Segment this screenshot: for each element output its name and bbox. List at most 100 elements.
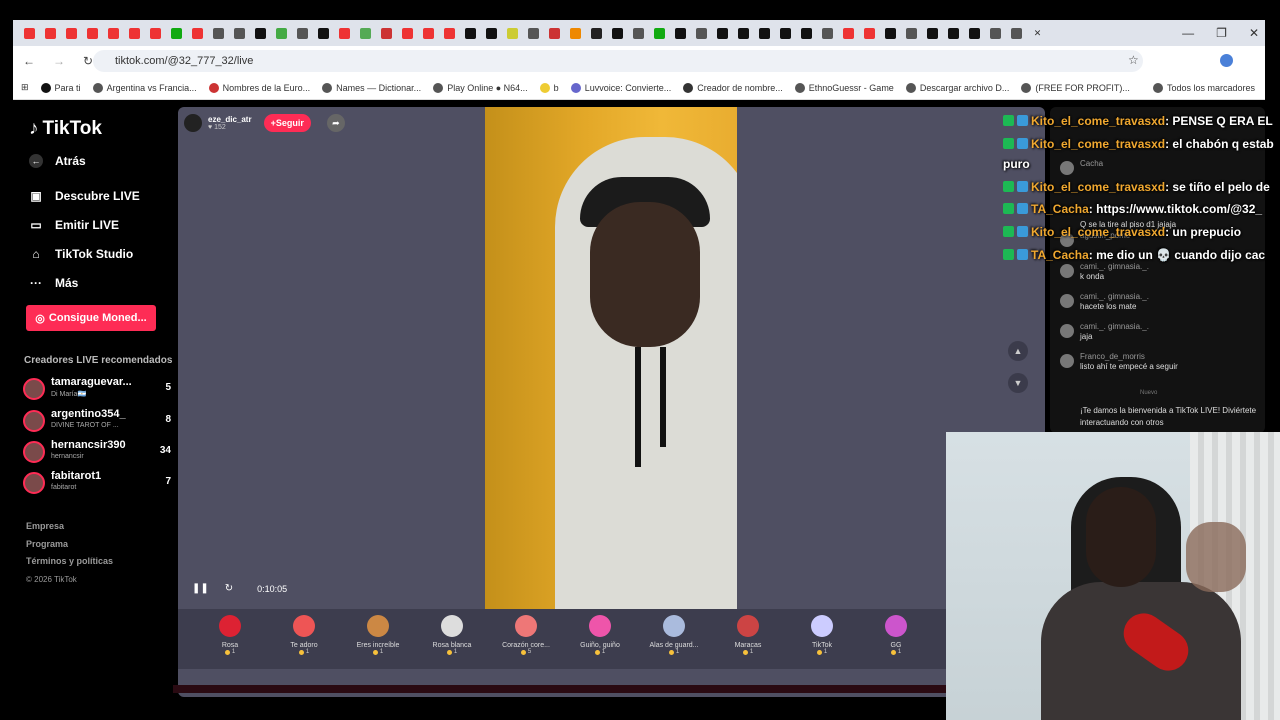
gift-item[interactable]: Maracas 1	[711, 609, 785, 669]
browser-tab[interactable]	[376, 20, 397, 46]
bookmark-item[interactable]: EthnoGuessr - Game	[794, 82, 894, 93]
browser-tab[interactable]	[922, 20, 943, 46]
browser-tab[interactable]	[271, 20, 292, 46]
bookmark-item[interactable]: Play Online ● N64...	[433, 82, 528, 93]
browser-tab[interactable]	[943, 20, 964, 46]
browser-tab[interactable]	[607, 20, 628, 46]
browser-tab[interactable]	[775, 20, 796, 46]
browser-tab[interactable]	[1006, 20, 1027, 46]
recommended-creator[interactable]: hernancsir390 hernancsir 34	[23, 439, 171, 467]
browser-tab[interactable]	[229, 20, 250, 46]
browser-tab[interactable]	[397, 20, 418, 46]
browser-tab[interactable]	[208, 20, 229, 46]
chat-avatar[interactable]	[1060, 324, 1074, 338]
browser-tab[interactable]	[187, 20, 208, 46]
live-player[interactable]: eze_dic_atr ♥ 152 + Seguir ➦ ❚❚ ↻ 0:10:05…	[178, 107, 1045, 697]
minimize-icon[interactable]: —	[1182, 26, 1194, 40]
get-coins-button[interactable]: ◎ Consigue Moned...	[26, 305, 156, 331]
browser-tab[interactable]	[250, 20, 271, 46]
browser-tab[interactable]	[649, 20, 670, 46]
browser-tab[interactable]	[334, 20, 355, 46]
bookmark-star-icon[interactable]: ☆	[1128, 53, 1139, 67]
browser-tab[interactable]	[313, 20, 334, 46]
browser-tab[interactable]	[61, 20, 82, 46]
refresh-icon[interactable]: ↻	[225, 583, 233, 594]
host-name[interactable]: eze_dic_atr	[208, 115, 252, 124]
footer-programa[interactable]: Programa	[26, 536, 113, 554]
nav-go-live[interactable]: ▭ Emitir LIVE	[29, 218, 119, 232]
bookmark-item[interactable]: b	[539, 82, 559, 93]
browser-tab[interactable]	[145, 20, 166, 46]
nav-tiktok-studio[interactable]: ⌂ TikTok Studio	[29, 247, 133, 261]
browser-tab[interactable]	[670, 20, 691, 46]
pause-icon[interactable]: ❚❚	[192, 583, 209, 594]
browser-tab[interactable]	[460, 20, 481, 46]
close-window-icon[interactable]: ✕	[1249, 26, 1259, 40]
chevron-up-icon[interactable]: ▲	[1008, 341, 1028, 361]
browser-tab[interactable]	[103, 20, 124, 46]
follow-button[interactable]: + Seguir	[263, 114, 311, 132]
gift-item[interactable]: Rosa blanca 1	[415, 609, 489, 669]
chat-avatar[interactable]	[1060, 294, 1074, 308]
bookmark-item[interactable]: Todos los marcadores	[1152, 82, 1255, 93]
recommended-creator[interactable]: tamaraguevar... Di María🇦🇷 5	[23, 376, 171, 404]
browser-tab[interactable]	[754, 20, 775, 46]
gift-item[interactable]: Eres increíble 1	[341, 609, 415, 669]
chat-username[interactable]: cami._. gimnasia._.	[1080, 292, 1149, 301]
nav-more[interactable]: ··· Más	[29, 276, 78, 290]
browser-tab[interactable]	[817, 20, 838, 46]
browser-tab[interactable]	[628, 20, 649, 46]
bookmark-item[interactable]: (FREE FOR PROFIT)...	[1021, 82, 1130, 93]
footer-empresa[interactable]: Empresa	[26, 518, 113, 536]
back-nav-icon[interactable]: ←	[23, 54, 35, 68]
bookmark-item[interactable]: Para ti	[40, 82, 81, 93]
url-field[interactable]: tiktok.com/@32_777_32/live	[93, 50, 1143, 72]
browser-tab[interactable]	[733, 20, 754, 46]
gift-item[interactable]: TikTok 1	[785, 609, 859, 669]
browser-tab[interactable]	[838, 20, 859, 46]
browser-tab[interactable]	[691, 20, 712, 46]
host-avatar[interactable]	[184, 114, 202, 132]
recommended-creator[interactable]: argentino354_ DIVINE TAROT OF ... 8	[23, 408, 171, 436]
browser-tab[interactable]	[292, 20, 313, 46]
browser-tab[interactable]	[712, 20, 733, 46]
browser-tab[interactable]	[901, 20, 922, 46]
apps-grid-icon[interactable]: ⊞	[21, 82, 29, 93]
chat-username[interactable]: Franco_de_morris	[1080, 352, 1145, 361]
chat-username[interactable]: cami._. gimnasia._.	[1080, 262, 1149, 271]
recommended-creator[interactable]: fabitarot1 fabitarot 7	[23, 470, 171, 498]
browser-tab[interactable]	[796, 20, 817, 46]
browser-tab[interactable]	[418, 20, 439, 46]
gift-item[interactable]: Te adoro 1	[267, 609, 341, 669]
gift-item[interactable]: Alas de guard... 1	[637, 609, 711, 669]
browser-tab[interactable]	[565, 20, 586, 46]
browser-tab[interactable]	[859, 20, 880, 46]
reload-icon[interactable]: ↻	[83, 54, 93, 68]
browser-tab[interactable]	[355, 20, 376, 46]
browser-tab[interactable]	[19, 20, 40, 46]
maximize-icon[interactable]: ❐	[1216, 26, 1227, 40]
forward-nav-icon[interactable]: →	[53, 54, 65, 68]
browser-tab[interactable]	[439, 20, 460, 46]
browser-tab[interactable]	[964, 20, 985, 46]
browser-tab[interactable]	[40, 20, 61, 46]
gift-item[interactable]: Corazón core... 5	[489, 609, 563, 669]
chevron-down-icon[interactable]: ▼	[1008, 373, 1028, 393]
footer-terminos[interactable]: Términos y políticas	[26, 553, 113, 571]
gift-item[interactable]: Guiño, guiño 1	[563, 609, 637, 669]
bookmark-item[interactable]: Argentina vs Francia...	[92, 82, 197, 93]
profile-avatar[interactable]	[1220, 54, 1233, 67]
bookmark-item[interactable]: Luvvoice: Convierte...	[570, 82, 671, 93]
browser-tab[interactable]	[985, 20, 1006, 46]
gift-item[interactable]: Rosa 1	[193, 609, 267, 669]
tiktok-logo[interactable]: ♪ TikTok	[29, 118, 102, 140]
bookmark-item[interactable]: Descargar archivo D...	[905, 82, 1009, 93]
browser-tab[interactable]	[502, 20, 523, 46]
browser-tab[interactable]	[124, 20, 145, 46]
chat-avatar[interactable]	[1060, 264, 1074, 278]
nav-discover-live[interactable]: ▣ Descubre LIVE	[29, 189, 139, 203]
browser-tab[interactable]	[523, 20, 544, 46]
bookmark-item[interactable]: Nombres de la Euro...	[208, 82, 310, 93]
bookmark-item[interactable]: Creador de nombre...	[683, 82, 783, 93]
back-button[interactable]: ← Atrás	[29, 154, 86, 168]
